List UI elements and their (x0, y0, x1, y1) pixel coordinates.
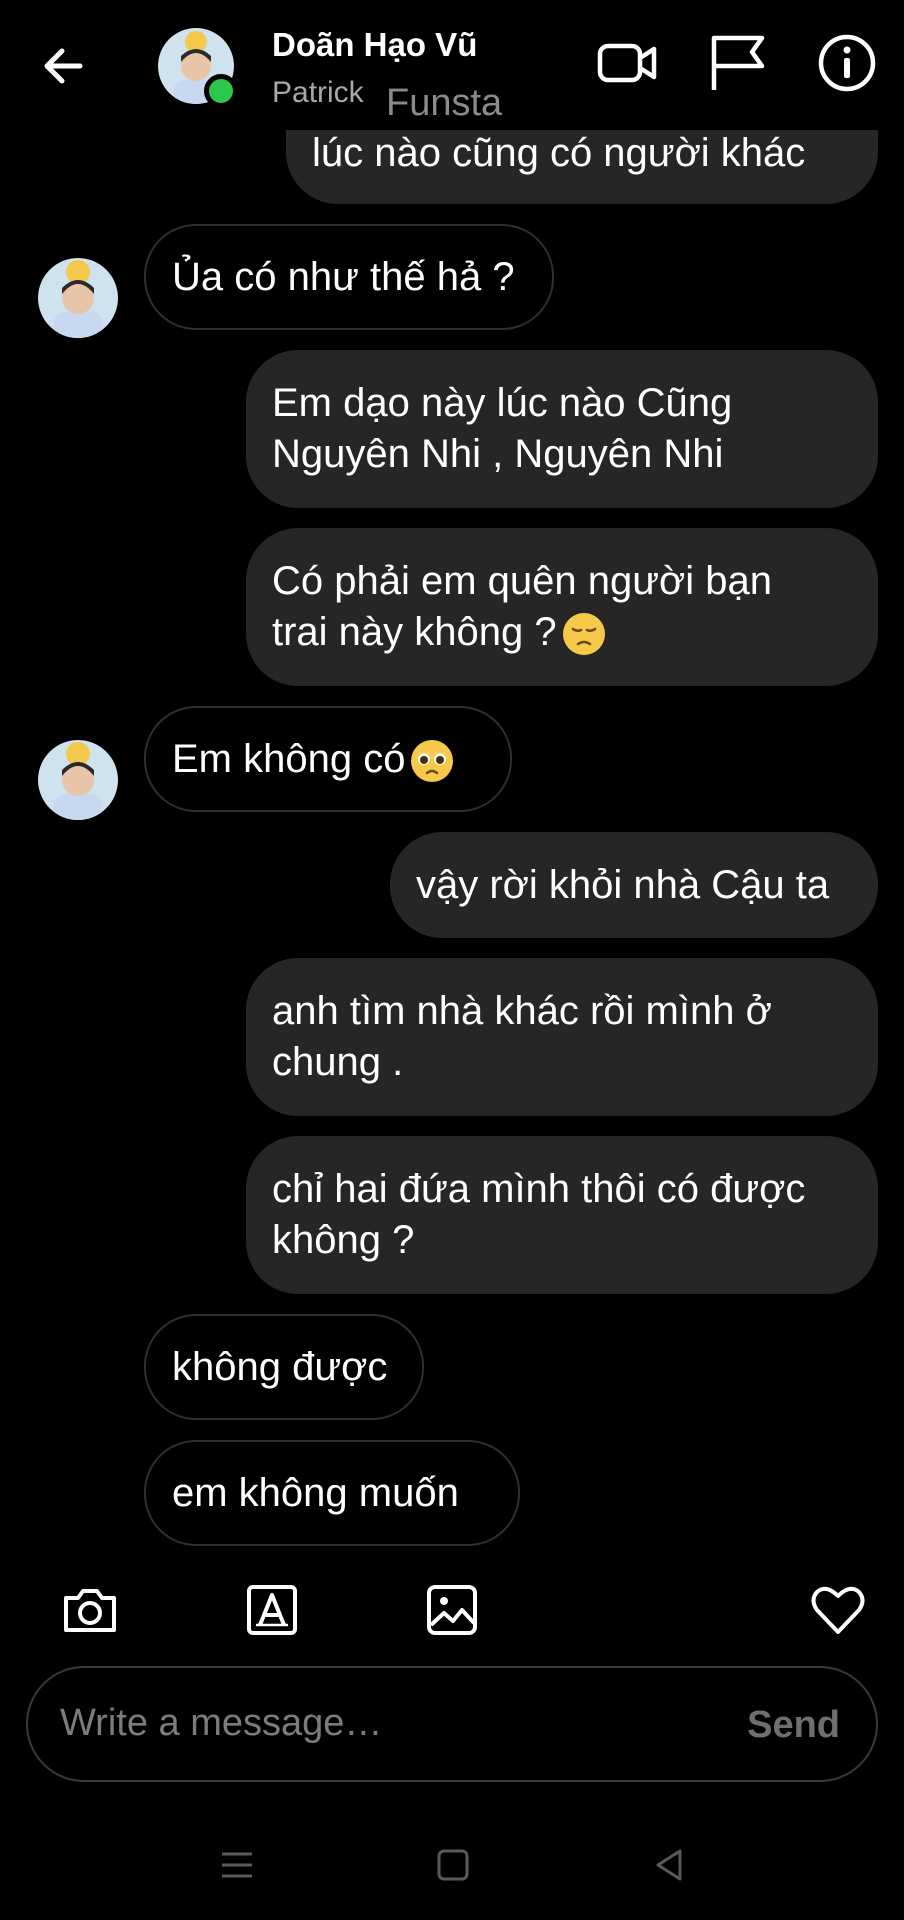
message-bubble-incoming[interactable]: Ủa có như thế hả ? (144, 224, 554, 330)
message-text: chỉ hai đứa mình thôi có được không ? (272, 1167, 806, 1262)
online-status-dot (204, 74, 238, 108)
overlay-watermark-text: Funsta (386, 82, 503, 124)
back-arrow-icon[interactable] (36, 38, 92, 94)
flag-icon[interactable] (704, 30, 770, 96)
heart-icon[interactable] (808, 1580, 868, 1640)
home-square-icon[interactable] (428, 1840, 478, 1890)
message-input[interactable] (60, 1702, 700, 1745)
message-text: Ủa có như thế hả ? (172, 254, 515, 299)
message-text: anh tìm nhà khác rồi mình ở chung . (272, 989, 772, 1084)
message-bubble-incoming[interactable]: không được (144, 1314, 424, 1420)
message-bubble-outgoing[interactable]: anh tìm nhà khác rồi mình ở chung . (246, 958, 878, 1116)
message-bubble-outgoing[interactable]: vậy rời khỏi nhà Cậu ta (390, 832, 878, 938)
message-text: em không muốn (172, 1470, 459, 1515)
message-text: không được (172, 1344, 388, 1389)
message-text: vậy rời khỏi nhà Cậu ta (416, 862, 830, 907)
text-format-icon[interactable] (242, 1580, 302, 1640)
contact-name[interactable]: Doãn Hạo Vũ (272, 26, 477, 64)
message-text: Có phải em quên người bạn trai này không… (272, 556, 772, 658)
message-composer: Send (26, 1666, 878, 1782)
message-bubble-outgoing[interactable]: chỉ hai đứa mình thôi có được không ? (246, 1136, 878, 1294)
pleading-face-emoji-icon (411, 739, 454, 782)
video-call-icon[interactable] (594, 30, 660, 96)
send-button[interactable]: Send (747, 1704, 840, 1747)
camera-icon[interactable] (60, 1580, 120, 1640)
message-bubble-outgoing[interactable]: Có phải em quên người bạn trai này không… (246, 528, 878, 686)
gallery-icon[interactable] (422, 1580, 482, 1640)
back-triangle-icon[interactable] (644, 1840, 694, 1890)
message-bubble-incoming[interactable]: Em không có (144, 706, 512, 812)
info-icon[interactable] (814, 30, 880, 96)
message-bubble-incoming[interactable]: em không muốn (144, 1440, 520, 1546)
pensive-face-emoji-icon (562, 613, 605, 656)
sender-avatar[interactable] (38, 258, 118, 338)
message-text: Em dạo này lúc nào Cũng Nguyên Nhi , Ngu… (272, 381, 733, 476)
message-text: Em không có (172, 734, 455, 785)
sender-avatar[interactable] (38, 740, 118, 820)
contact-avatar[interactable] (158, 28, 238, 110)
message-text: lúc nào cũng có người khác (312, 131, 806, 175)
message-bubble-outgoing[interactable]: Em dạo này lúc nào Cũng Nguyên Nhi , Ngu… (246, 350, 878, 508)
contact-username: Patrick (272, 76, 364, 109)
menu-icon[interactable] (212, 1840, 262, 1890)
